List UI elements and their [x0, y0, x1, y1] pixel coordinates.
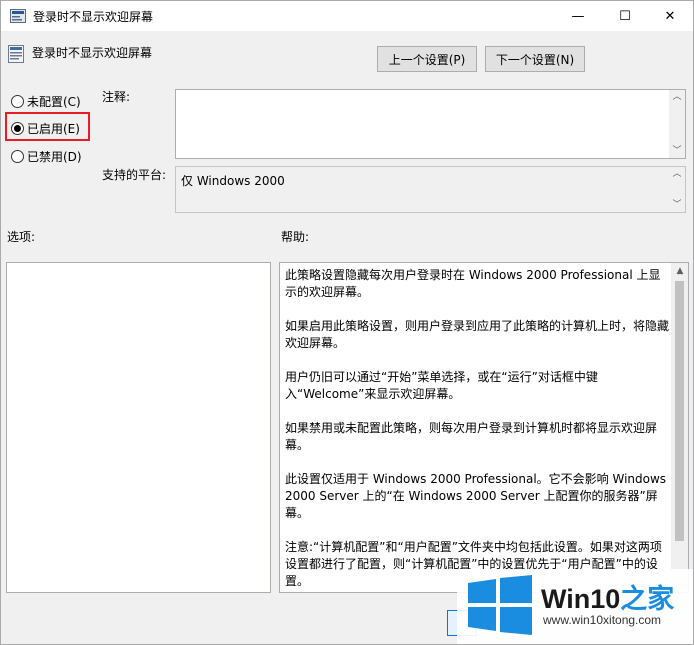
- comment-scrollbar[interactable]: ︿ ﹀: [669, 90, 685, 158]
- comment-label: 注释:: [102, 90, 131, 104]
- title-bar[interactable]: 登录时不显示欢迎屏幕 — ☐ ✕: [1, 1, 693, 31]
- radio-circle[interactable]: [11, 150, 24, 163]
- help-scrollbar[interactable]: ▲: [671, 263, 688, 592]
- scroll-up-icon[interactable]: ▲: [675, 266, 685, 276]
- previous-setting-button[interactable]: 上一个设置(P): [377, 46, 477, 72]
- policy-app-icon: [10, 9, 26, 23]
- help-panel[interactable]: 此策略设置隐藏每次用户登录时在 Windows 2000 Professiona…: [279, 262, 689, 593]
- help-paragraph: 用户仍旧可以通过“开始”菜单选择，或在“运行”对话框中键入“Welcome”来显…: [285, 370, 598, 401]
- watermark-brand-main: Win10: [541, 584, 621, 614]
- radio-disabled[interactable]: 已禁用(D): [11, 148, 82, 165]
- policy-dialog-window: 登录时不显示欢迎屏幕 — ☐ ✕ 登录时不显示欢迎屏幕 上一个设置(P) 下一个…: [0, 0, 694, 645]
- next-setting-button[interactable]: 下一个设置(N): [485, 46, 585, 72]
- windows-logo-icon: [466, 575, 534, 635]
- red-highlight-annotation: [5, 112, 90, 141]
- platform-value: 仅 Windows 2000: [181, 174, 285, 188]
- help-paragraph: 如果禁用或未配置此策略，则每次用户登录到计算机时都将显示欢迎屏幕。: [285, 421, 658, 452]
- scroll-down-icon[interactable]: ﹀: [672, 146, 682, 156]
- help-paragraph: 此策略设置隐藏每次用户登录时在 Windows 2000 Professiona…: [285, 268, 661, 299]
- scroll-down-icon[interactable]: ﹀: [672, 200, 682, 210]
- maximize-button[interactable]: ☐: [602, 1, 648, 31]
- close-button[interactable]: ✕: [647, 1, 693, 31]
- scroll-up-icon[interactable]: ︿: [672, 169, 682, 179]
- radio-circle[interactable]: [11, 95, 24, 108]
- scroll-up-icon[interactable]: ︿: [672, 92, 682, 102]
- platform-field: 仅 Windows 2000 ︿ ﹀: [175, 166, 686, 213]
- options-label: 选项:: [7, 230, 36, 244]
- options-panel[interactable]: [6, 262, 271, 593]
- policy-setting-icon: [8, 45, 24, 63]
- window-title: 登录时不显示欢迎屏幕: [33, 10, 154, 24]
- minimize-button[interactable]: —: [555, 1, 601, 31]
- help-paragraph: 如果启用此策略设置，则用户登录到应用了此策略的计算机上时，将隐藏欢迎屏幕。: [285, 319, 670, 350]
- help-paragraph: 此设置仅适用于 Windows 2000 Professional。它不会影响 …: [285, 472, 667, 520]
- help-scroll-thumb[interactable]: [675, 281, 684, 541]
- setting-title: 登录时不显示欢迎屏幕: [32, 46, 153, 60]
- help-text: 此策略设置隐藏每次用户登录时在 Windows 2000 Professiona…: [285, 267, 670, 592]
- watermark-brand-accent: 之家: [620, 584, 675, 614]
- help-label: 帮助:: [281, 230, 310, 244]
- platform-scrollbar[interactable]: ︿ ﹀: [669, 167, 685, 212]
- watermark: Win10之家 www.win10xitong.com: [457, 569, 693, 644]
- comment-textarea[interactable]: ︿ ﹀: [175, 89, 686, 159]
- radio-not-configured[interactable]: 未配置(C): [11, 93, 81, 110]
- radio-label: 已禁用(D): [27, 150, 82, 164]
- platform-label: 支持的平台:: [102, 168, 167, 182]
- watermark-brand: Win10之家: [541, 577, 674, 616]
- watermark-url: www.win10xitong.com: [543, 613, 662, 627]
- radio-label: 未配置(C): [27, 95, 81, 109]
